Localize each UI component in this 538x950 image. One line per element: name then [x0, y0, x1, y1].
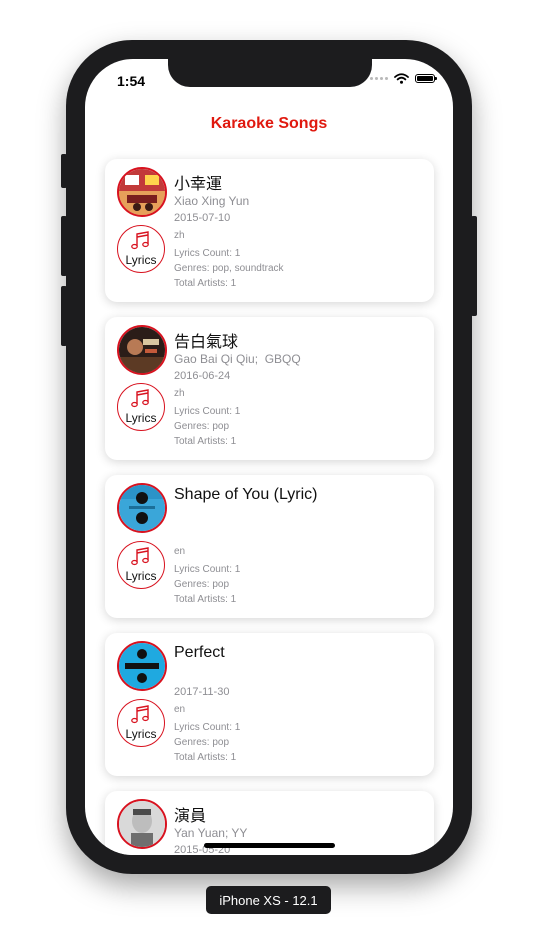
album-art	[117, 167, 167, 217]
status-time: 1:54	[117, 73, 146, 89]
total-artists: Total Artists: 1	[174, 752, 237, 763]
album-art	[117, 483, 167, 533]
volume-down-button	[61, 286, 67, 346]
lyrics-count: Lyrics Count: 1	[174, 564, 241, 575]
signal-icon	[370, 77, 388, 80]
release-date: 2015-07-10	[174, 212, 231, 224]
language: en	[174, 704, 186, 715]
album-art	[117, 641, 167, 691]
lyrics-label: Lyrics	[125, 727, 157, 741]
total-artists: Total Artists: 1	[174, 278, 237, 289]
genres: Genres: pop	[174, 737, 230, 748]
language: en	[174, 546, 186, 557]
genres: Genres: pop, soundtrack	[174, 263, 284, 274]
total-artists: Total Artists: 1	[174, 594, 237, 605]
lyrics-button[interactable]: Lyrics	[117, 541, 165, 589]
song-title: 小幸運	[174, 176, 223, 193]
song-title: 告白氣球	[174, 334, 239, 351]
total-artists: Total Artists: 1	[174, 436, 237, 447]
album-art	[117, 325, 167, 375]
lyrics-button[interactable]: Lyrics	[117, 225, 165, 273]
album-art	[117, 799, 167, 849]
music-note-icon	[131, 231, 149, 250]
song-subtitle: Yan Yuan; YY	[174, 826, 248, 840]
volume-up-button	[61, 216, 67, 276]
screen: 1:54 Karaoke Songs Lyrics 小幸運 Xiao Xing …	[85, 59, 453, 855]
lyrics-count: Lyrics Count: 1	[174, 248, 241, 259]
lyrics-label: Lyrics	[125, 253, 157, 267]
song-title: Perfect	[174, 644, 225, 661]
song-card[interactable]: Lyrics 小幸運 Xiao Xing Yun 2015-07-10 zh L…	[105, 159, 434, 302]
page-title: Karaoke Songs	[210, 115, 328, 132]
lyrics-label: Lyrics	[125, 569, 157, 583]
notch	[168, 59, 372, 87]
battery-icon	[415, 74, 437, 83]
genres: Genres: pop	[174, 421, 230, 432]
lyrics-button[interactable]: Lyrics	[117, 699, 165, 747]
song-title: 演員	[174, 808, 207, 825]
lyrics-count: Lyrics Count: 1	[174, 722, 241, 733]
wifi-icon	[394, 73, 409, 84]
power-button	[471, 216, 477, 316]
song-subtitle: Xiao Xing Yun	[174, 194, 250, 208]
song-card[interactable]: Lyrics 告白氣球 Gao Bai Qi Qiu; GBQQ 2016-06…	[105, 317, 434, 460]
lyrics-button[interactable]: Lyrics	[117, 383, 165, 431]
song-card[interactable]: Lyrics Perfect 2017-11-30 en Lyrics Coun…	[105, 633, 434, 776]
song-subtitle: Gao Bai Qi Qiu; GBQQ	[174, 352, 301, 366]
song-card[interactable]: Lyrics Shape of You (Lyric) en Lyrics Co…	[105, 475, 434, 618]
release-date: 2017-11-30	[174, 686, 230, 698]
home-indicator[interactable]	[204, 843, 335, 848]
status-indicators	[370, 73, 437, 84]
mute-switch	[61, 154, 67, 188]
music-note-icon	[131, 389, 149, 408]
music-note-icon	[131, 547, 149, 566]
genres: Genres: pop	[174, 579, 230, 590]
music-note-icon	[131, 705, 149, 724]
release-date: 2016-06-24	[174, 370, 231, 382]
lyrics-count: Lyrics Count: 1	[174, 406, 241, 417]
language: zh	[174, 230, 185, 241]
song-title: Shape of You (Lyric)	[174, 486, 318, 503]
device-label: iPhone XS - 12.1	[206, 886, 331, 914]
language: zh	[174, 388, 185, 399]
lyrics-label: Lyrics	[125, 411, 157, 425]
